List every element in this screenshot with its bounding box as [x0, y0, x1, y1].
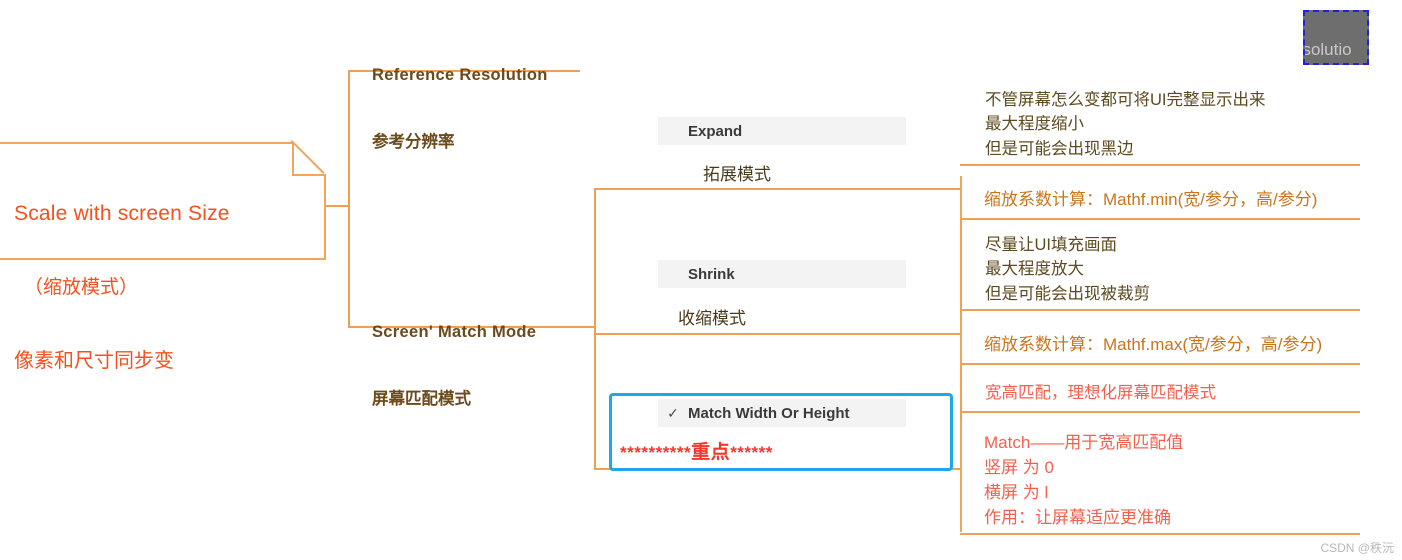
formula-text-match: Match——用于宽高匹配值 竖屏 为 0 横屏 为 l 作用：让屏幕适应更准确	[984, 433, 1184, 528]
emphasis-text-match: **********重点******	[620, 437, 773, 464]
formula-box-match: Match——用于宽高匹配值 竖屏 为 0 横屏 为 l 作用：让屏幕适应更准确	[960, 422, 1360, 532]
option-sub-expand: 拓展模式	[703, 165, 771, 184]
option-row-match-width-or-height[interactable]: ✓ Match Width Or Height	[658, 399, 906, 427]
emphasis-word: 重点	[691, 442, 731, 463]
selected-image-caption: esolutio	[1303, 40, 1352, 59]
desc-underline-shrink	[960, 309, 1360, 311]
root-note-text: Scale with screen Size （缩放模式） 像素和尺寸同步变	[14, 154, 230, 421]
selected-image-placeholder[interactable]: esolutio	[1303, 10, 1369, 65]
option-label-match-width-or-height: Match Width Or Height	[688, 404, 850, 422]
branch-title-reference-resolution: Reference Resolution 参考分辨率	[372, 20, 548, 198]
root-title-cn2: 像素和尺寸同步变	[14, 350, 174, 373]
formula-box-expand: 缩放系数计算：Mathf.min(宽/参分，高/参分)	[960, 176, 1360, 218]
trunk-line-secondary	[594, 188, 596, 468]
emphasis-pre: **********	[620, 443, 692, 462]
option-row-shrink[interactable]: Shrink	[658, 260, 906, 288]
branch-title-screen-match-mode: Screen' Match Mode 屏幕匹配模式	[372, 277, 536, 455]
note-fold-corner	[292, 142, 326, 176]
description-match: 宽高匹配，理想化屏幕匹配模式	[985, 384, 1216, 402]
watermark: CSDN @秩沅	[1320, 541, 1394, 555]
option-label-expand: Expand	[688, 122, 743, 140]
branch-screen-match-mode-cn: 屏幕匹配模式	[372, 390, 471, 409]
description-shrink: 尽量让UI填充画面 最大程度放大 但是可能会出现被裁剪	[985, 236, 1150, 303]
root-to-trunk-connector	[326, 205, 350, 207]
check-icon-match-width-or-height: ✓	[667, 404, 679, 421]
sub-branch-line-expand	[594, 188, 960, 190]
desc-underline-expand	[960, 164, 1360, 166]
desc-underline-match-bottom	[960, 533, 1360, 535]
formula-underline-shrink	[960, 363, 1360, 365]
branch-screen-match-mode-en: Screen' Match Mode	[372, 323, 537, 342]
option-sub-shrink: 收缩模式	[678, 309, 746, 328]
sub-branch-line-shrink	[594, 333, 960, 335]
description-expand: 不管屏幕怎么变都可将UI完整显示出来 最大程度缩小 但是可能会出现黑边	[985, 91, 1266, 158]
root-title-cn1: （缩放模式）	[24, 276, 139, 298]
root-note-box: Scale with screen Size （缩放模式） 像素和尺寸同步变	[0, 142, 326, 372]
formula-box-shrink: 缩放系数计算：Mathf.max(宽/参分，高/参分)	[960, 321, 1360, 363]
branch-reference-resolution-cn: 参考分辨率	[372, 133, 455, 152]
option-row-expand[interactable]: Expand	[658, 117, 906, 145]
desc-underline-match	[960, 411, 1360, 413]
option-label-shrink: Shrink	[688, 265, 735, 283]
emphasis-post: ******	[730, 443, 773, 462]
trunk-line-main	[348, 70, 350, 326]
mindmap-canvas: Scale with screen Size （缩放模式） 像素和尺寸同步变 R…	[0, 0, 1402, 560]
branch-reference-resolution-en: Reference Resolution	[372, 66, 548, 85]
formula-text-expand: 缩放系数计算：Mathf.min(宽/参分，高/参分)	[984, 189, 1318, 209]
root-title-en: Scale with screen Size	[14, 202, 230, 226]
formula-underline-expand	[960, 218, 1360, 220]
formula-text-shrink: 缩放系数计算：Mathf.max(宽/参分，高/参分)	[984, 334, 1323, 354]
